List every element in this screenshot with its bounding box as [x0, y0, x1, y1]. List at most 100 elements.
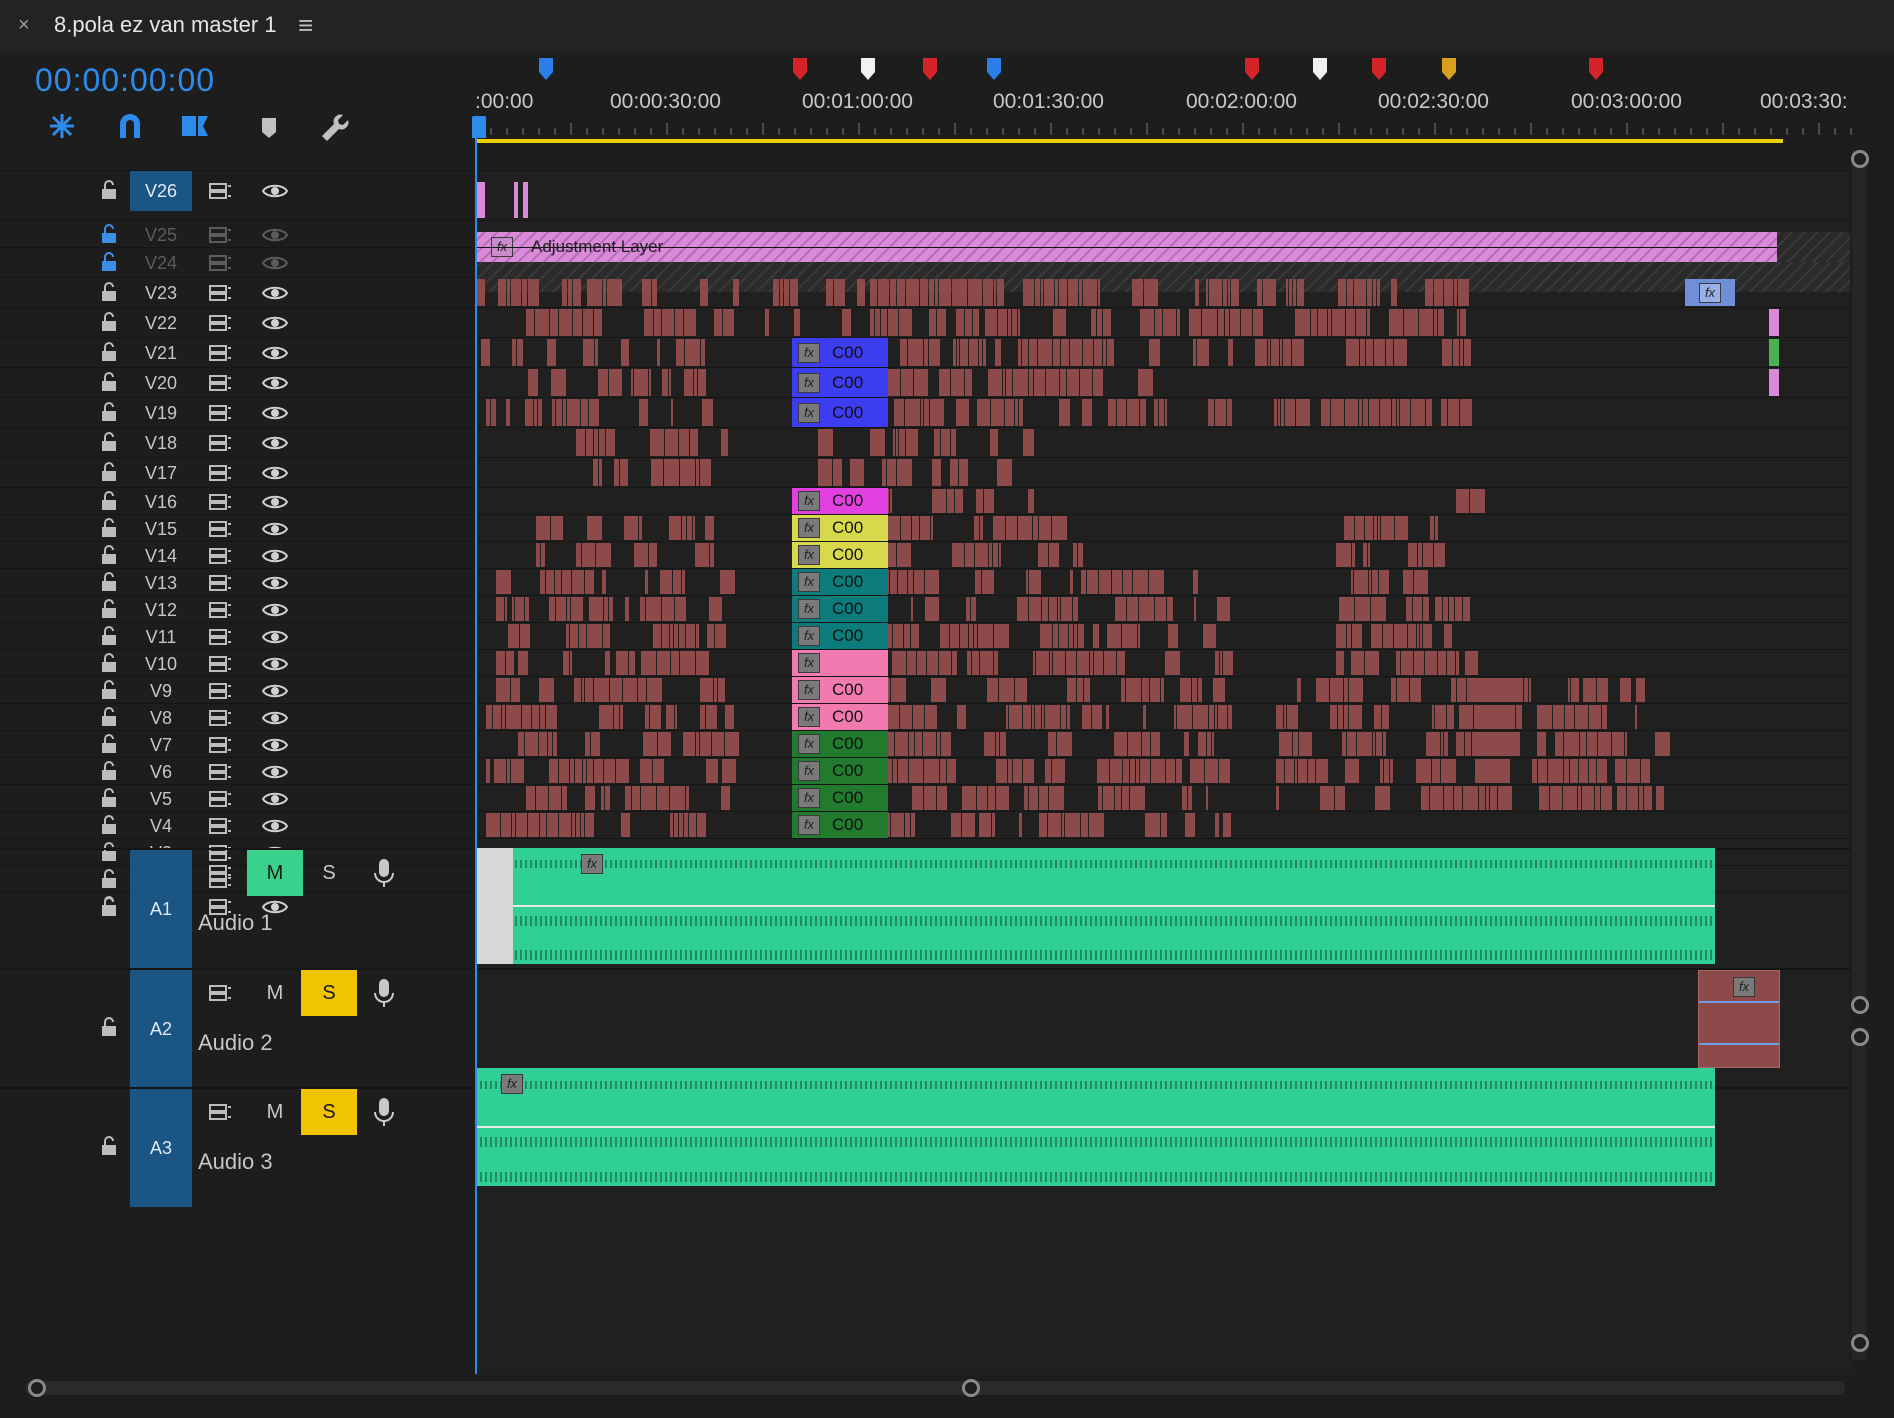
video-clip[interactable] [1230, 309, 1240, 336]
video-clip[interactable] [1070, 570, 1073, 594]
nest-sequence-icon[interactable] [44, 108, 80, 144]
video-clip[interactable] [1094, 651, 1103, 675]
video-clip[interactable] [1292, 339, 1304, 366]
video-clip[interactable] [1107, 339, 1114, 366]
video-scroll-bottom-handle[interactable] [1851, 996, 1869, 1014]
video-clip[interactable] [784, 279, 789, 306]
video-clip[interactable] [516, 813, 527, 837]
video-clip[interactable] [511, 678, 520, 702]
video-clip[interactable] [1257, 279, 1262, 306]
video-clip[interactable] [1426, 399, 1432, 426]
c00-clip-yellow[interactable]: fx C00 [792, 542, 888, 568]
video-clip[interactable] [1330, 705, 1337, 729]
video-clip[interactable] [983, 339, 986, 366]
eye-icon[interactable] [261, 182, 289, 200]
video-clip[interactable] [654, 309, 661, 336]
sync-lock-icon[interactable] [208, 182, 232, 200]
video-clip[interactable] [906, 429, 918, 456]
video-clip[interactable] [518, 732, 524, 756]
video-clip[interactable] [644, 309, 653, 336]
video-clip[interactable] [1093, 624, 1099, 648]
video-clip[interactable] [714, 678, 717, 702]
video-clip[interactable] [1490, 786, 1497, 810]
video-clip[interactable] [1394, 339, 1407, 366]
video-clip[interactable] [546, 570, 554, 594]
video-clip[interactable] [965, 543, 974, 567]
video-clip[interactable] [625, 786, 631, 810]
video-clip[interactable] [888, 369, 900, 396]
video-scroll-top-handle[interactable] [1851, 150, 1869, 168]
video-clip[interactable] [1013, 369, 1028, 396]
video-clip[interactable] [1595, 786, 1600, 810]
video-clip[interactable] [585, 570, 594, 594]
video-clip[interactable] [589, 597, 603, 621]
video-clip[interactable] [930, 399, 944, 426]
video-clip[interactable] [898, 759, 908, 783]
video-clip[interactable] [1380, 759, 1383, 783]
eye-icon[interactable] [261, 314, 289, 332]
video-clip[interactable] [1379, 570, 1389, 594]
video-clip[interactable] [984, 732, 995, 756]
video-clip[interactable] [909, 732, 914, 756]
eye-icon[interactable] [261, 655, 289, 673]
video-clip[interactable] [773, 279, 779, 306]
video-clip[interactable] [506, 705, 521, 729]
video-clip[interactable] [1059, 624, 1068, 648]
video-clip[interactable] [486, 813, 500, 837]
video-clip[interactable] [1215, 705, 1217, 729]
zoom-right-handle[interactable] [962, 1379, 980, 1397]
video-clip[interactable] [1067, 678, 1076, 702]
video-clip[interactable] [1419, 309, 1433, 336]
video-clip[interactable] [1463, 786, 1478, 810]
video-clip[interactable] [1627, 759, 1640, 783]
video-clip[interactable] [1098, 279, 1100, 306]
c00-clip-teal[interactable]: fx C00 [792, 569, 888, 595]
video-clip[interactable] [1434, 309, 1437, 336]
video-clip[interactable] [925, 570, 939, 594]
video-clip[interactable] [818, 429, 833, 456]
track-target-v5[interactable]: V5 [130, 789, 192, 810]
video-clip[interactable] [893, 429, 895, 456]
video-clip[interactable] [634, 369, 648, 396]
video-clip[interactable] [914, 570, 924, 594]
video-clip[interactable] [491, 399, 496, 426]
video-clip[interactable] [929, 309, 936, 336]
video-clip[interactable] [1423, 543, 1433, 567]
video-clip-with-effect[interactable]: fx [1685, 279, 1735, 306]
video-clip[interactable] [1035, 279, 1040, 306]
video-clip[interactable] [818, 459, 832, 486]
video-clip[interactable] [696, 732, 699, 756]
video-clip[interactable] [1149, 570, 1164, 594]
video-clip[interactable] [1597, 759, 1607, 783]
video-clip[interactable] [1138, 369, 1153, 396]
video-clip[interactable] [1039, 786, 1048, 810]
video-clip[interactable] [1423, 597, 1429, 621]
video-clip[interactable] [1079, 279, 1082, 306]
video-clip[interactable] [641, 786, 656, 810]
video-clip[interactable] [1155, 309, 1162, 336]
sync-lock-icon[interactable] [208, 763, 232, 781]
video-clip[interactable] [1053, 624, 1058, 648]
video-clip[interactable] [1769, 369, 1779, 396]
video-clip[interactable] [573, 279, 581, 306]
video-clip[interactable] [990, 429, 998, 456]
video-clip[interactable] [1098, 786, 1102, 810]
video-clip[interactable] [638, 678, 646, 702]
video-clip[interactable] [520, 624, 530, 648]
video-clip[interactable] [1048, 813, 1061, 837]
video-clip[interactable] [512, 813, 515, 837]
video-clip[interactable] [1395, 516, 1408, 540]
video-clip[interactable] [1067, 705, 1070, 729]
voiceover-record-icon[interactable] [372, 1096, 396, 1128]
video-clip[interactable] [1406, 597, 1412, 621]
video-clip[interactable] [662, 369, 668, 396]
video-clip[interactable] [589, 399, 599, 426]
video-clip[interactable] [1460, 339, 1463, 366]
video-clip[interactable] [576, 429, 585, 456]
video-clip[interactable] [920, 516, 930, 540]
video-clip[interactable] [566, 624, 569, 648]
video-clip[interactable] [1271, 339, 1279, 366]
video-clip[interactable] [714, 309, 722, 336]
video-clip[interactable] [982, 570, 994, 594]
video-clip[interactable] [1589, 705, 1601, 729]
